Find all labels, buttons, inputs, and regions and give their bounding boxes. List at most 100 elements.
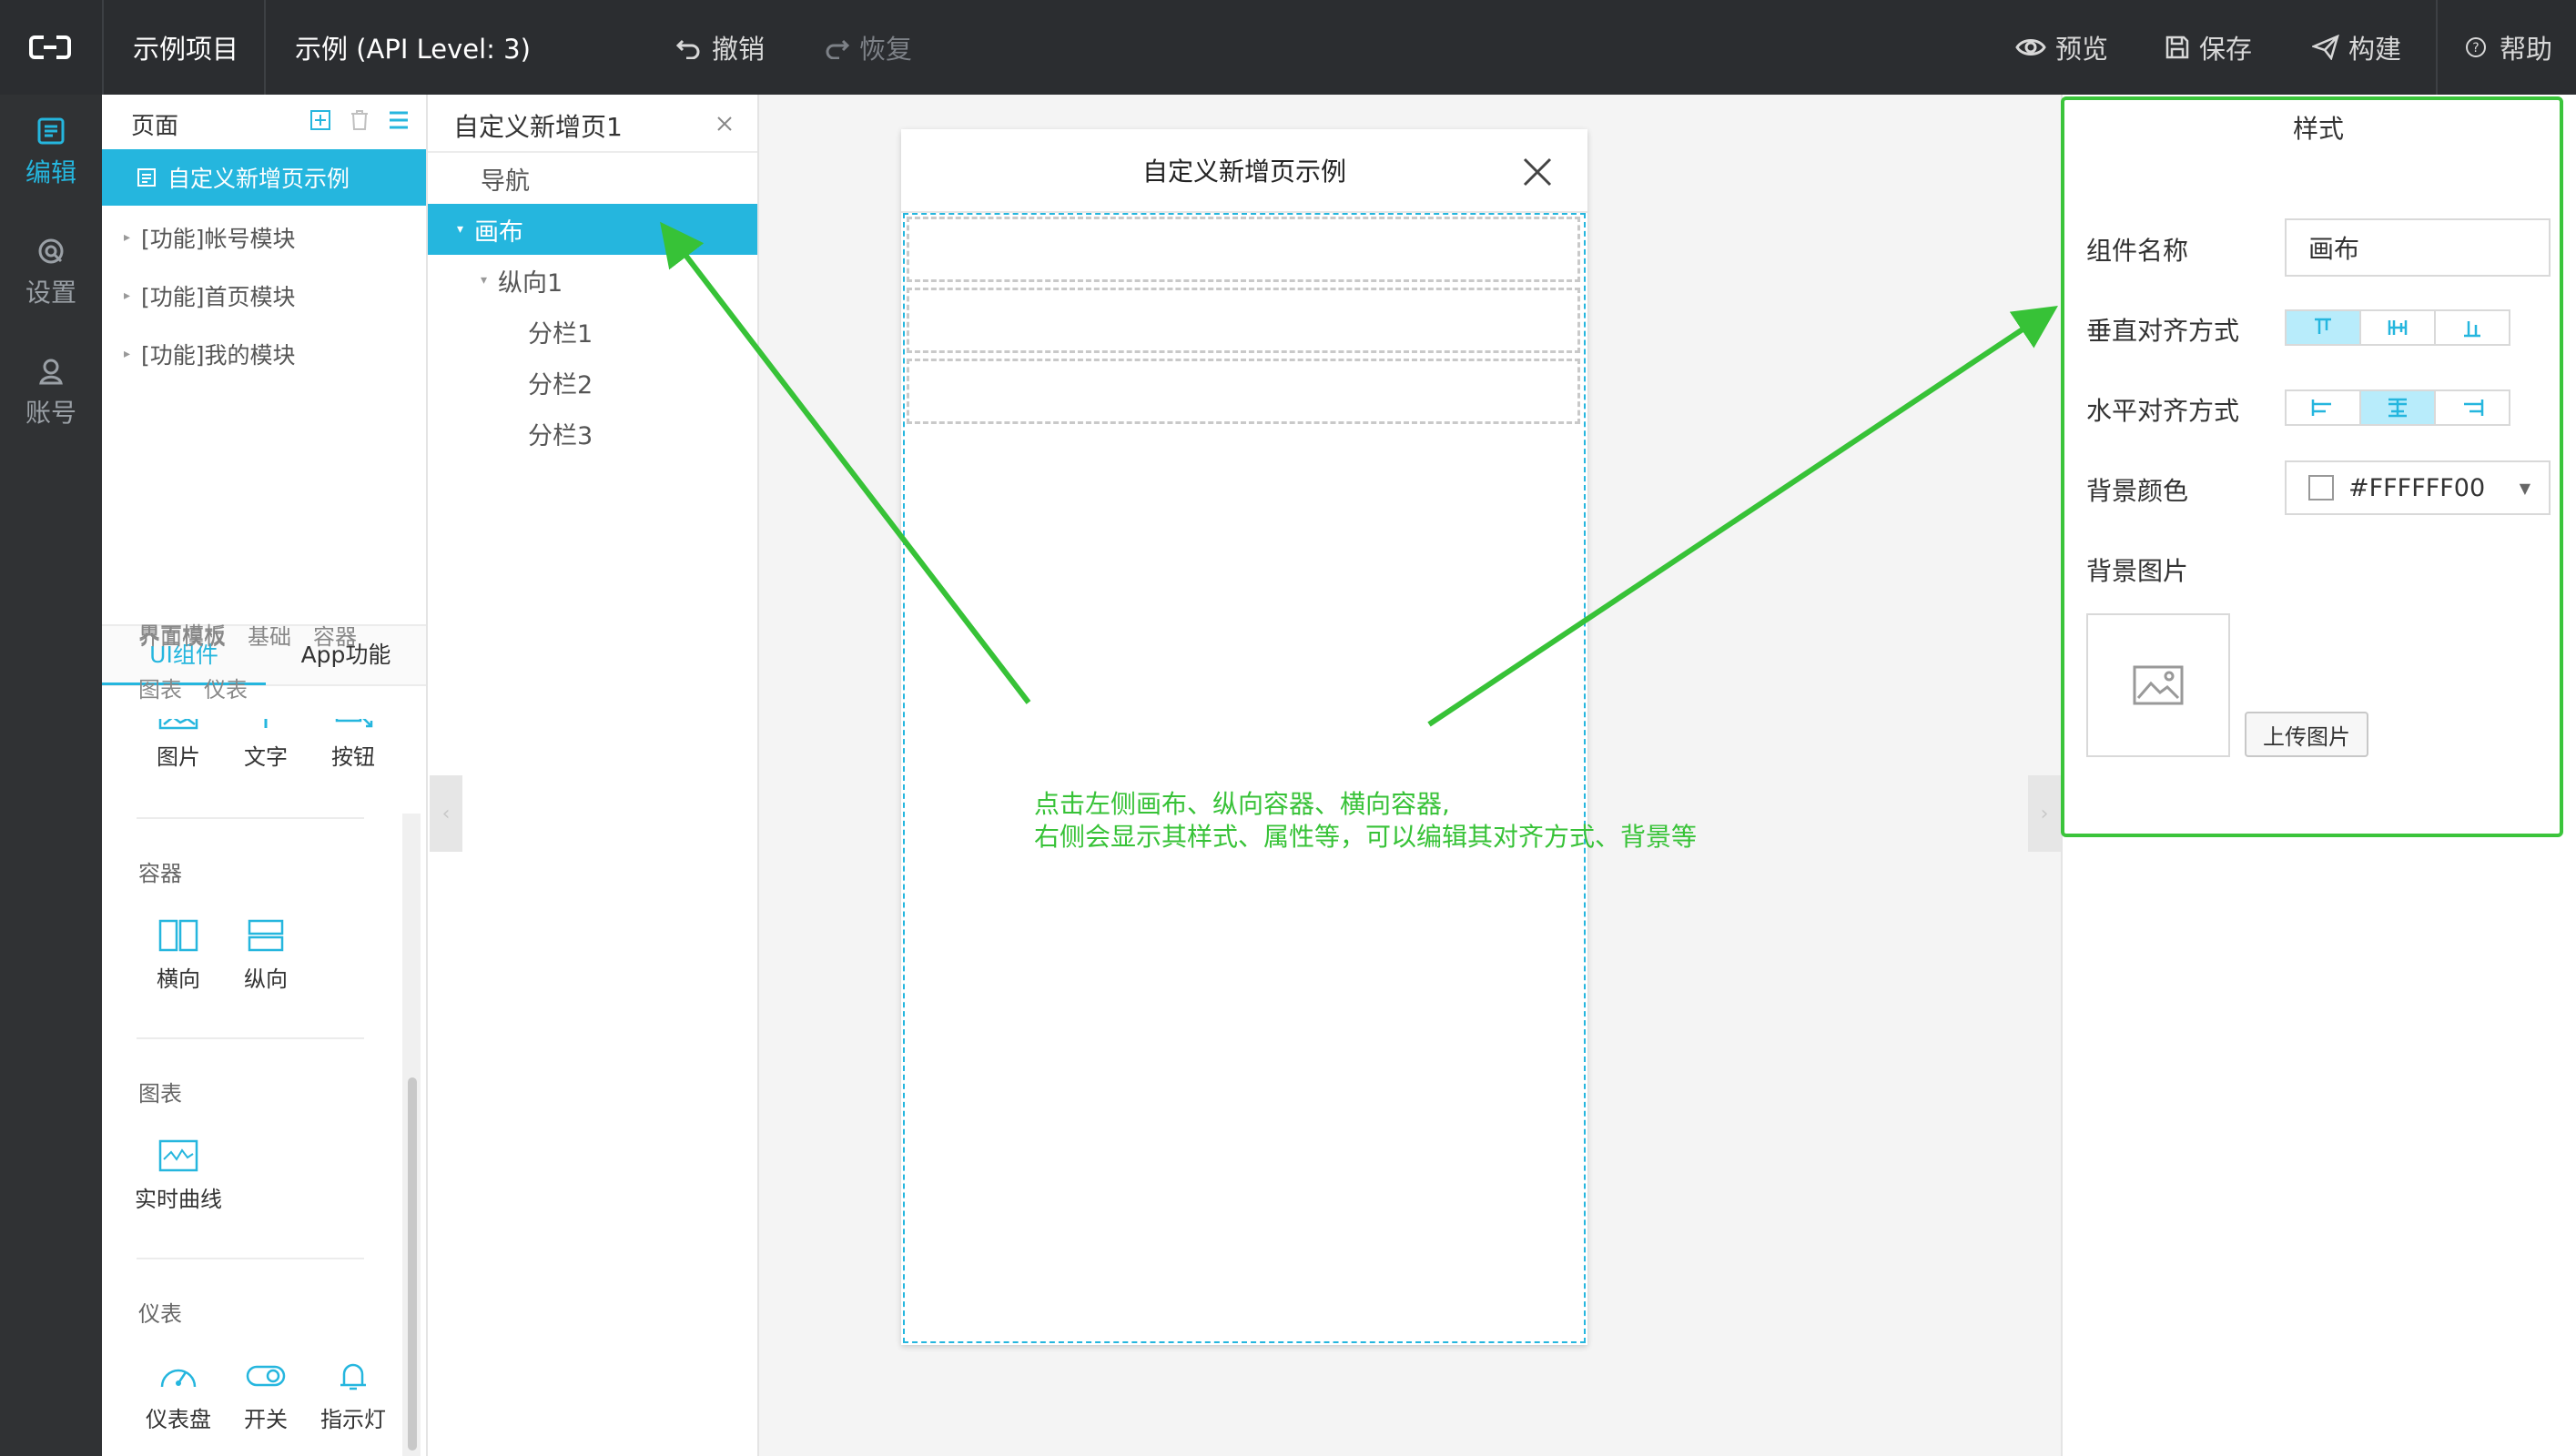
category-basic[interactable]: 基础 xyxy=(248,619,291,651)
upload-image-button[interactable]: 上传图片 xyxy=(2245,712,2368,757)
column-slot[interactable] xyxy=(907,288,1580,353)
delete-page-icon[interactable] xyxy=(350,109,370,131)
component-vertical[interactable]: 纵向 xyxy=(222,919,309,993)
category-chart[interactable]: 图表 xyxy=(138,672,182,703)
page-item[interactable]: ▸ [功能]首页模块 xyxy=(102,268,426,324)
section-chart-title: 图表 xyxy=(138,1081,182,1107)
collapse-right-handle[interactable]: › xyxy=(2028,775,2061,852)
tree-node-canvas[interactable]: ▾ 画布 xyxy=(428,204,757,255)
tree-node-label: 分栏1 xyxy=(528,319,593,349)
valign-segmented[interactable] xyxy=(2285,309,2510,346)
add-page-icon[interactable] xyxy=(309,109,331,131)
section-gauge-title: 仪表 xyxy=(138,1301,182,1327)
left-rail: 编辑 设置 账号 xyxy=(0,95,102,1456)
page-item[interactable]: ▸ [功能]我的模块 xyxy=(102,326,426,382)
align-top-icon[interactable] xyxy=(2287,311,2361,344)
pages-title: 页面 xyxy=(131,113,179,140)
category-gauge[interactable]: 仪表 xyxy=(204,672,248,703)
tree-tab-title: 自定义新增页1 xyxy=(453,112,623,142)
page-item-label: [功能]首页模块 xyxy=(141,284,296,310)
chevron-down-icon: ▼ xyxy=(2519,479,2530,497)
page-item[interactable]: ▸ [功能]帐号模块 xyxy=(102,209,426,266)
align-right-icon[interactable] xyxy=(2436,391,2509,424)
realtime-chart-icon xyxy=(158,1139,198,1172)
components-scrollbar-thumb[interactable] xyxy=(408,1077,417,1451)
settings-icon xyxy=(38,238,64,264)
rail-edit-label: 编辑 xyxy=(25,157,76,187)
tree-node-column[interactable]: 分栏2 xyxy=(428,357,757,408)
bg-image-preview[interactable] xyxy=(2086,613,2230,757)
tree-tab[interactable]: 自定义新增页1 xyxy=(428,95,757,153)
rail-edit[interactable]: 编辑 xyxy=(0,116,102,189)
tree-node-label: 分栏2 xyxy=(528,370,593,399)
halign-label: 水平对齐方式 xyxy=(2086,396,2240,426)
caret-right-icon: ▸ xyxy=(124,347,131,361)
component-dashboard-label: 仪表盘 xyxy=(146,1407,211,1432)
component-indicator-light[interactable]: 指示灯 xyxy=(309,1360,397,1433)
component-image[interactable]: 图片 xyxy=(135,719,222,771)
svg-text:?: ? xyxy=(2472,41,2479,56)
component-realtime-curve[interactable]: 实时曲线 xyxy=(135,1139,222,1213)
button-icon xyxy=(335,719,373,728)
horizontal-layout-icon xyxy=(158,919,198,952)
undo-icon xyxy=(675,39,700,59)
app-logo-icon[interactable] xyxy=(27,0,73,95)
save-icon xyxy=(2165,35,2189,59)
save-button[interactable]: 保存 xyxy=(2165,0,2252,95)
image-icon xyxy=(158,719,198,730)
halign-segmented[interactable] xyxy=(2285,389,2510,426)
vertical-layout-icon xyxy=(248,919,284,952)
component-switch-label: 开关 xyxy=(244,1407,288,1432)
align-left-icon[interactable] xyxy=(2287,391,2361,424)
collapse-left-handle[interactable]: ‹ xyxy=(430,775,462,852)
tree-node-column[interactable]: 分栏3 xyxy=(428,408,757,459)
component-button[interactable]: 按钮 xyxy=(309,719,397,771)
project-name[interactable]: 示例项目 xyxy=(133,0,238,95)
component-name-input[interactable] xyxy=(2285,218,2551,277)
align-middle-icon[interactable] xyxy=(2361,311,2436,344)
tree-node-label: 分栏3 xyxy=(528,421,593,450)
text-icon xyxy=(264,719,268,728)
bg-color-select[interactable]: #FFFFFF00 ▼ xyxy=(2285,460,2551,515)
rail-settings-label: 设置 xyxy=(25,278,76,308)
page-item-label: [功能]帐号模块 xyxy=(141,226,296,252)
component-tree-panel: 自定义新增页1 导航 ▾ 画布 ▾ 纵向1 分栏1 分栏2 分栏3 xyxy=(428,95,759,1456)
build-button[interactable]: 构建 xyxy=(2312,0,2401,95)
column-slot[interactable] xyxy=(907,217,1580,282)
undo-button[interactable]: 撤销 xyxy=(675,0,765,95)
component-text[interactable]: 文字 xyxy=(222,719,309,771)
tree-node-nav[interactable]: 导航 xyxy=(428,153,757,204)
column-slot[interactable] xyxy=(907,359,1580,424)
component-image-label: 图片 xyxy=(157,744,200,770)
category-templates[interactable]: 界面模板 xyxy=(138,619,226,651)
close-tab-icon[interactable] xyxy=(715,115,734,133)
close-icon[interactable] xyxy=(1522,157,1553,187)
caret-right-icon: ▸ xyxy=(124,230,131,245)
tree-node-vertical[interactable]: ▾ 纵向1 xyxy=(428,255,757,306)
tree-node-column[interactable]: 分栏1 xyxy=(428,306,757,357)
align-bottom-icon[interactable] xyxy=(2436,311,2509,344)
page-item-label: [功能]我的模块 xyxy=(141,342,296,369)
redo-button[interactable]: 恢复 xyxy=(823,0,912,95)
help-button[interactable]: ? 帮助 xyxy=(2465,0,2552,95)
account-icon xyxy=(39,359,63,385)
help-icon: ? xyxy=(2466,37,2486,57)
rail-settings[interactable]: 设置 xyxy=(0,237,102,309)
component-switch[interactable]: 开关 xyxy=(222,1360,309,1433)
rail-account[interactable]: 账号 xyxy=(0,357,102,430)
preview-button[interactable]: 预览 xyxy=(2015,0,2108,95)
app-name[interactable]: 示例 (API Level: 3) xyxy=(295,0,531,95)
send-icon xyxy=(2312,35,2339,60)
caret-right-icon: ▸ xyxy=(124,288,131,303)
list-menu-icon[interactable] xyxy=(388,109,410,131)
style-panel-title: 样式 xyxy=(2292,114,2344,144)
component-horizontal[interactable]: 横向 xyxy=(135,919,222,993)
annotation-line: 点击左侧画布、纵向容器、横向容器, xyxy=(1034,789,1450,819)
align-center-icon[interactable] xyxy=(2361,391,2436,424)
category-container[interactable]: 容器 xyxy=(313,619,357,651)
caret-down-icon: ▾ xyxy=(481,273,488,288)
component-dashboard[interactable]: 仪表盘 xyxy=(135,1360,222,1433)
page-item[interactable]: 自定义新增页示例 xyxy=(102,149,426,206)
switch-icon xyxy=(246,1365,286,1387)
edit-icon xyxy=(37,117,65,145)
